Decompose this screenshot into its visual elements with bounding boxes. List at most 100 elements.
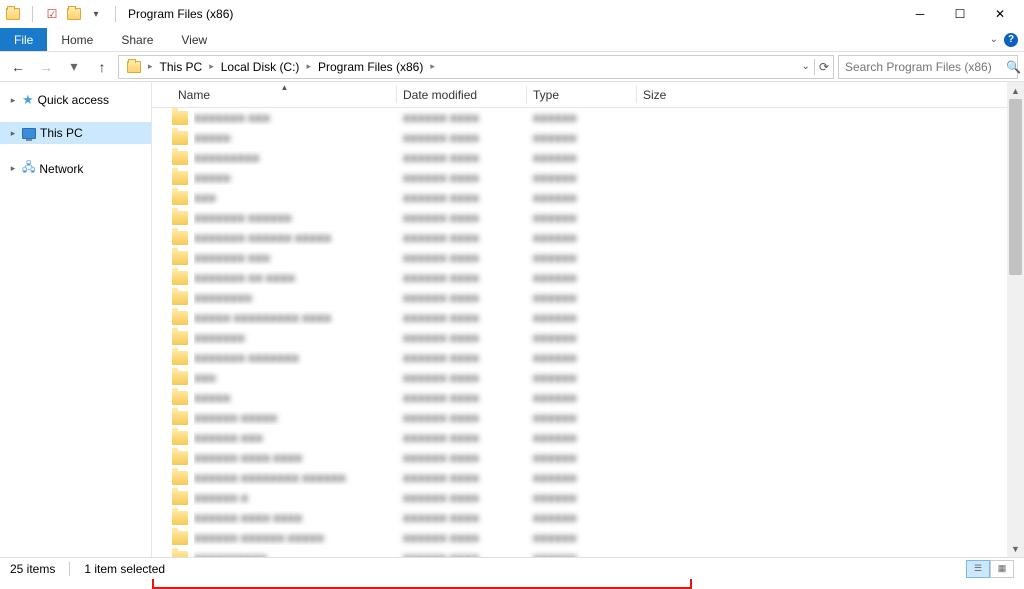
- list-item[interactable]: ■■■■■■ ■■■■■■■■ ■■■■■■■■■■■■ ■■■■■■■■■■: [156, 468, 1024, 488]
- folder-content: ▲ Name Date modified Type Size ■■■■■■■ ■…: [152, 82, 1024, 557]
- folder-icon: [172, 471, 188, 485]
- list-item[interactable]: ■■■■■■■ ■■■■■■■■■■■■ ■■■■■■■■■■: [156, 208, 1024, 228]
- list-item[interactable]: ■■■■■■ ■■■■ ■■■■■■■■■■ ■■■■■■■■■■: [156, 448, 1024, 468]
- scroll-track[interactable]: [1007, 99, 1024, 540]
- network-icon: 🖧: [22, 158, 35, 179]
- chevron-right-icon[interactable]: ▸: [8, 128, 18, 139]
- list-item[interactable]: ■■■■■■■ ■■■■■■■■■ ■■■■■■■■■■: [156, 248, 1024, 268]
- scroll-thumb[interactable]: [1009, 99, 1022, 275]
- list-item[interactable]: ■■■■■■■■■■■ ■■■■■■■■■■: [156, 128, 1024, 148]
- details-view-button[interactable]: ☰: [966, 560, 990, 578]
- ribbon-expand-icon[interactable]: ⌄: [990, 34, 998, 45]
- vertical-scrollbar[interactable]: ▲ ▼: [1007, 82, 1024, 557]
- list-item[interactable]: ■■■■■■■■■ ■■■■■■■■■■: [156, 368, 1024, 388]
- folder-icon: [172, 511, 188, 525]
- tree-label: This PC: [40, 126, 83, 140]
- folder-icon: [172, 431, 188, 445]
- chevron-right-icon[interactable]: ▸: [209, 61, 214, 72]
- tree-network[interactable]: ▸ 🖧 Network: [0, 154, 151, 183]
- tree-this-pc[interactable]: ▸ This PC: [0, 122, 151, 144]
- breadcrumb-drive[interactable]: Local Disk (C:): [217, 58, 304, 76]
- folder-icon: [172, 251, 188, 265]
- search-input[interactable]: [845, 60, 1000, 74]
- breadcrumb-folder[interactable]: Program Files (x86): [314, 58, 427, 76]
- column-type[interactable]: Type: [527, 82, 637, 107]
- list-item[interactable]: ■■■■■ ■■■■■■■■■ ■■■■■■■■■■ ■■■■■■■■■■: [156, 308, 1024, 328]
- folder-icon: [172, 171, 188, 185]
- tab-view[interactable]: View: [167, 28, 221, 51]
- folder-icon: [172, 531, 188, 545]
- list-item[interactable]: ■■■■■■■■■■■ ■■■■■■■■■■: [156, 388, 1024, 408]
- folder-icon: [172, 191, 188, 205]
- list-item[interactable]: ■■■■■■■■■■■■■ ■■■■■■■■■■: [156, 328, 1024, 348]
- help-button[interactable]: ?: [1004, 33, 1018, 47]
- forward-button[interactable]: →: [34, 55, 58, 79]
- breadcrumb-this-pc[interactable]: This PC: [156, 58, 207, 76]
- address-history-icon[interactable]: ⌄: [802, 61, 810, 72]
- address-folder-icon[interactable]: [123, 59, 145, 75]
- address-bar[interactable]: ▸ This PC ▸ Local Disk (C:) ▸ Program Fi…: [118, 55, 834, 79]
- chevron-right-icon[interactable]: ▸: [306, 61, 311, 72]
- sort-asc-icon: ▲: [281, 83, 289, 92]
- folder-icon: [172, 131, 188, 145]
- list-item[interactable]: ■■■■■■ ■■■■ ■■■■■■■■■■ ■■■■■■■■■■: [156, 508, 1024, 528]
- column-name[interactable]: ▲ Name: [172, 82, 397, 107]
- list-item[interactable]: ■■■■■■■ ■■ ■■■■■■■■■■ ■■■■■■■■■■: [156, 268, 1024, 288]
- back-button[interactable]: ←: [6, 55, 30, 79]
- chevron-right-icon[interactable]: ▸: [8, 95, 18, 106]
- list-item[interactable]: ■■■■■■■■■■■ ■■■■■■■■■■: [156, 168, 1024, 188]
- navigation-bar: ← → ▾ ↑ ▸ This PC ▸ Local Disk (C:) ▸ Pr…: [0, 52, 1024, 82]
- folder-icon: [172, 311, 188, 325]
- this-pc-icon: [22, 128, 36, 139]
- folder-icon: [172, 231, 188, 245]
- new-folder-icon[interactable]: [65, 5, 83, 23]
- quick-access-toolbar: ☑ ▾: [4, 5, 122, 23]
- scroll-down-icon[interactable]: ▼: [1007, 540, 1024, 557]
- tab-home[interactable]: Home: [47, 28, 107, 51]
- recent-locations-icon[interactable]: ▾: [62, 55, 86, 79]
- folder-icon: [172, 371, 188, 385]
- list-item[interactable]: ■■■■■■ ■■■■■■■■■■■ ■■■■■■■■■■: [156, 408, 1024, 428]
- list-item[interactable]: ■■■■■■ ■■■■■■■ ■■■■■■■■■■: [156, 488, 1024, 508]
- folder-icon: [172, 211, 188, 225]
- chevron-right-icon[interactable]: ▸: [8, 163, 18, 174]
- search-box[interactable]: 🔍: [838, 55, 1018, 79]
- up-button[interactable]: ↑: [90, 55, 114, 79]
- properties-icon[interactable]: ☑: [43, 5, 61, 23]
- folder-icon: [172, 151, 188, 165]
- folder-icon: [172, 331, 188, 345]
- list-item[interactable]: ■■■■■■■ ■■■■■■■■■ ■■■■■■■■■■: [156, 108, 1024, 128]
- folder-icon: [172, 111, 188, 125]
- list-item[interactable]: ■■■■■■■■■■■■■■■■ ■■■■■■■■■■: [156, 548, 1024, 557]
- folder-icon: [172, 291, 188, 305]
- refresh-icon[interactable]: ⟳: [819, 60, 829, 74]
- list-item[interactable]: ■■■■■■■■■■■■■■■ ■■■■■■■■■■: [156, 148, 1024, 168]
- list-item[interactable]: ■■■■■■■ ■■■■■■■■■■■■■ ■■■■■■■■■■: [156, 348, 1024, 368]
- star-icon: ★: [22, 92, 34, 108]
- chevron-right-icon[interactable]: ▸: [148, 61, 153, 72]
- column-date[interactable]: Date modified: [397, 82, 527, 107]
- search-icon[interactable]: 🔍: [1006, 60, 1021, 74]
- file-list[interactable]: ■■■■■■■ ■■■■■■■■■ ■■■■■■■■■■ ■■■■■■■■■■■…: [152, 108, 1024, 557]
- scroll-up-icon[interactable]: ▲: [1007, 82, 1024, 99]
- list-item[interactable]: ■■■■■■■■■ ■■■■■■■■■■: [156, 188, 1024, 208]
- list-item[interactable]: ■■■■■■■■■■■■■■ ■■■■■■■■■■: [156, 288, 1024, 308]
- list-item[interactable]: ■■■■■■ ■■■■■■ ■■■■■■■■■■■ ■■■■■■■■■■: [156, 528, 1024, 548]
- folder-icon: [172, 271, 188, 285]
- qat-customize-icon[interactable]: ▾: [87, 5, 105, 23]
- tab-file[interactable]: File: [0, 28, 47, 51]
- titlebar: ☑ ▾ Program Files (x86) ─ ☐ ✕: [0, 0, 1024, 28]
- maximize-button[interactable]: ☐: [940, 2, 980, 26]
- list-item[interactable]: ■■■■■■ ■■■■■■■■■ ■■■■■■■■■■: [156, 428, 1024, 448]
- tree-quick-access[interactable]: ▸ ★ Quick access: [0, 88, 151, 112]
- tree-label: Quick access: [38, 93, 109, 107]
- list-item[interactable]: ■■■■■■■ ■■■■■■ ■■■■■■■■■■■ ■■■■■■■■■■: [156, 228, 1024, 248]
- column-size[interactable]: Size: [637, 82, 707, 107]
- large-icons-view-button[interactable]: ▦: [990, 560, 1014, 578]
- close-button[interactable]: ✕: [980, 2, 1020, 26]
- chevron-right-icon[interactable]: ▸: [430, 61, 435, 72]
- tab-share[interactable]: Share: [107, 28, 167, 51]
- window-title: Program Files (x86): [128, 7, 233, 21]
- minimize-button[interactable]: ─: [900, 2, 940, 26]
- status-bar: 25 items 1 item selected ☰ ▦: [0, 557, 1024, 579]
